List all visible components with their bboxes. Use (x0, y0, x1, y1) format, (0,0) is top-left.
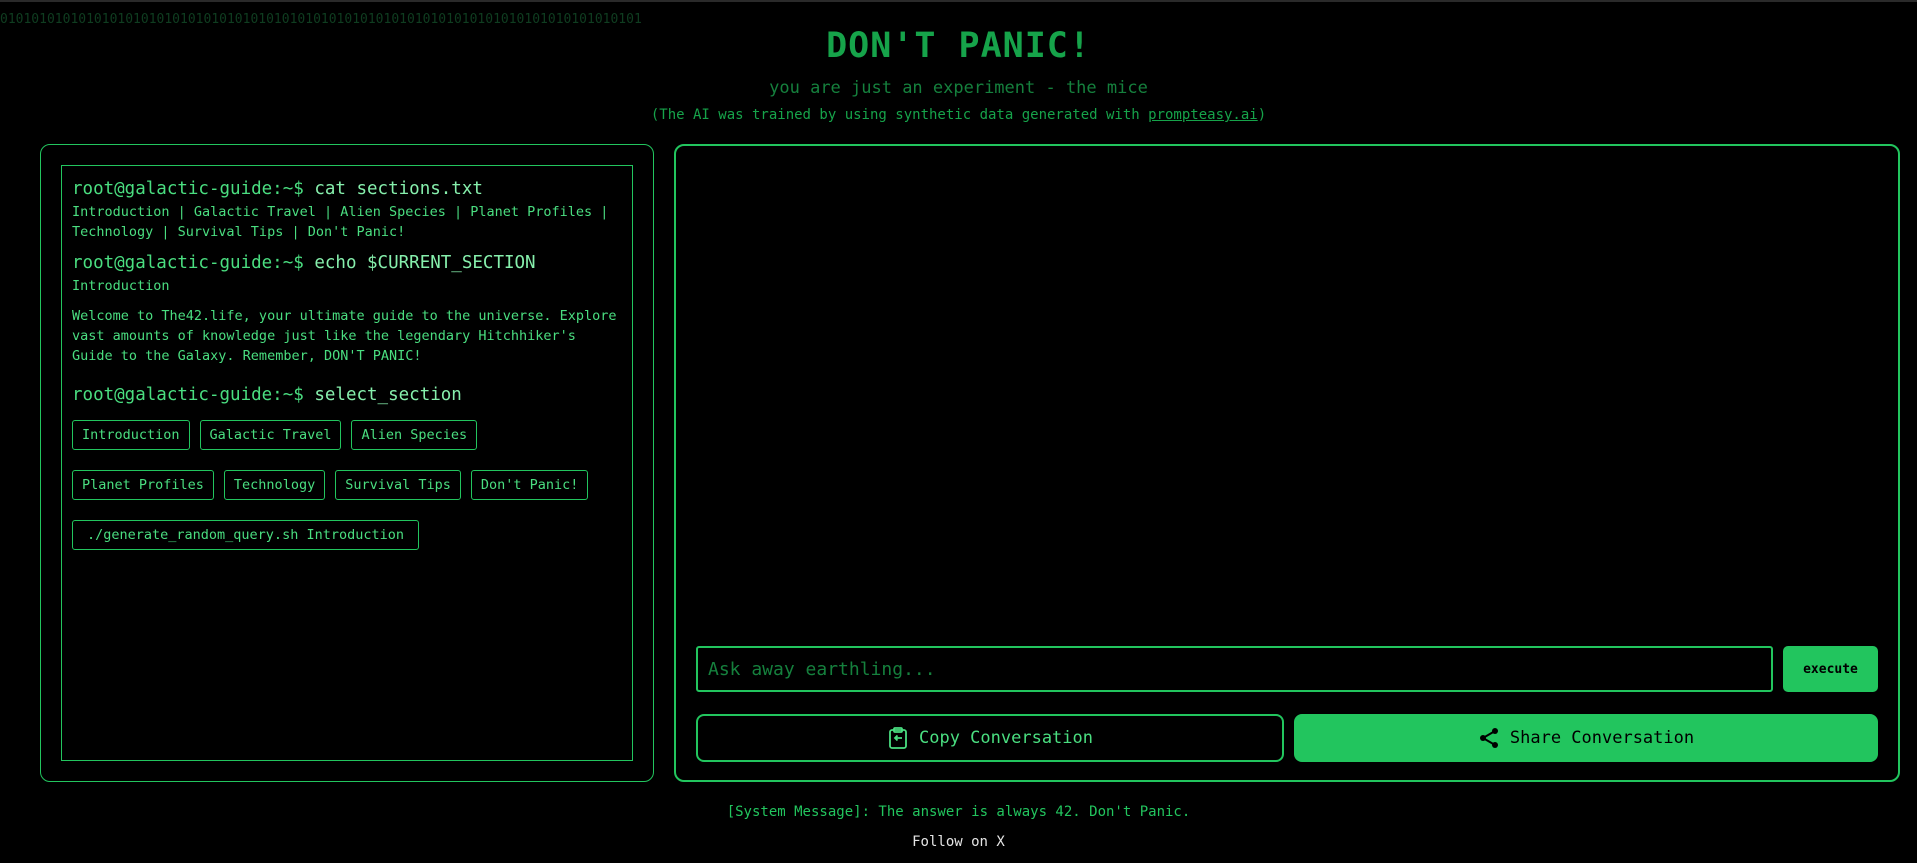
terminal-window: root@galactic-guide:~$ cat sections.txt … (61, 165, 633, 761)
page-subtitle: you are just an experiment - the mice (769, 78, 1148, 98)
clipboard-icon (887, 727, 909, 749)
sections-panel: root@galactic-guide:~$ cat sections.txt … (40, 144, 654, 782)
credit-line: (The AI was trained by using synthetic d… (0, 106, 1917, 124)
generate-random-query-button[interactable]: ./generate_random_query.sh Introduction (72, 520, 419, 550)
copy-conversation-label: Copy Conversation (919, 728, 1093, 748)
credit-prefix: (The AI was trained by using synthetic d… (650, 107, 1149, 123)
sections-list-output: Introduction | Galactic Travel | Alien S… (72, 204, 609, 240)
conversation-actions: Copy Conversation Share Conversation (696, 714, 1878, 762)
prompteasy-link[interactable]: prompteasy.ai (1148, 107, 1258, 123)
page: 0101010101010101010101010101010101010101… (0, 0, 1917, 863)
terminal-line-sections: root@galactic-guide:~$ cat sections.txt (72, 178, 622, 200)
chat-panel: execute Copy Conversation (674, 144, 1900, 782)
terminal-line-select: root@galactic-guide:~$ select_section (72, 384, 622, 406)
share-icon (1478, 727, 1500, 749)
section-button-planet-profiles[interactable]: Planet Profiles (72, 470, 214, 500)
query-row: execute (696, 646, 1878, 694)
follow-x-link[interactable]: X (996, 834, 1004, 850)
terminal-prompt: root@galactic-guide:~$ (72, 253, 304, 273)
welcome-text: Welcome to The42.life, your ultimate gui… (72, 308, 617, 364)
share-conversation-label: Share Conversation (1509, 728, 1695, 748)
current-section-output: Introduction (72, 278, 170, 294)
section-button-galactic-travel[interactable]: Galactic Travel (199, 420, 342, 450)
section-button-dont-panic[interactable]: Don't Panic! (470, 470, 589, 500)
section-button-introduction[interactable]: Introduction (72, 420, 190, 450)
query-input[interactable] (696, 646, 1773, 692)
terminal-command: cat sections.txt (314, 179, 483, 199)
terminal-prompt: root@galactic-guide:~$ (72, 179, 304, 199)
system-message: [System Message]: The answer is always 4… (726, 804, 1191, 820)
section-button-survival-tips[interactable]: Survival Tips (335, 470, 461, 500)
terminal-line-current: root@galactic-guide:~$ echo $CURRENT_SEC… (72, 252, 622, 274)
execute-button[interactable]: execute (1783, 646, 1878, 692)
credit-suffix: ) (1257, 107, 1267, 123)
terminal-command: select_section (314, 385, 462, 405)
copy-conversation-button[interactable]: Copy Conversation (696, 714, 1284, 762)
terminal-command: echo $CURRENT_SECTION (314, 253, 536, 273)
follow-prefix: Follow on (912, 834, 997, 850)
share-conversation-button[interactable]: Share Conversation (1294, 714, 1878, 762)
follow-line: Follow on X (0, 832, 1917, 852)
page-title: DON'T PANIC! (826, 26, 1091, 66)
conversation-area (696, 166, 1878, 644)
section-button-technology[interactable]: Technology (223, 470, 326, 500)
terminal-prompt: root@galactic-guide:~$ (72, 385, 304, 405)
section-button-group: Introduction Galactic Travel Alien Speci… (72, 420, 612, 500)
header: DON'T PANIC! you are just an experiment … (0, 24, 1917, 124)
section-button-alien-species[interactable]: Alien Species (351, 420, 478, 450)
